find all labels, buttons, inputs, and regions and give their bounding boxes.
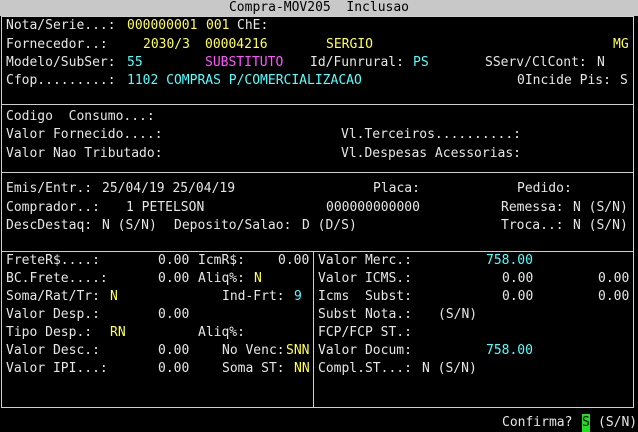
compl-st-field[interactable]: N (S/N) <box>422 360 477 378</box>
valor-desp-label: Valor Desp.: <box>6 307 100 322</box>
window-title: Compra-MOV205 Inclusao <box>0 0 638 16</box>
soma-rat-field[interactable]: N <box>110 288 118 306</box>
descdestaq-field[interactable]: N (S/N) <box>102 217 157 235</box>
valor-desc-field[interactable]: 0.00 <box>158 342 189 360</box>
section-divider <box>1 104 634 105</box>
valor-merc-value: 758.00 <box>486 253 533 268</box>
modelo-desc: SUBSTITUTO <box>205 55 284 70</box>
incide-pis-label: 0Incide Pis: <box>517 73 611 88</box>
modelo-label: Modelo/SubSer: <box>6 55 116 70</box>
comprador-code: 000000000000 <box>326 200 420 215</box>
serie-field[interactable]: 001 <box>206 17 229 35</box>
comprador-field[interactable]: 1 PETELSON <box>126 199 204 217</box>
fornecedor-code-field[interactable]: 2030/3 <box>143 36 190 54</box>
comprador-label: Comprador..: <box>6 200 100 215</box>
aliq-field[interactable]: N <box>254 270 262 288</box>
descdestaq-label: DescDestaq: <box>6 218 93 233</box>
remessa-field[interactable]: N (S/N) <box>573 199 628 217</box>
soma-st-field[interactable]: NN <box>294 360 310 378</box>
nota-label: Nota/Serie...: <box>6 18 116 33</box>
column-divider <box>313 251 314 408</box>
vl-despesas-label: Vl.Despesas Acessorias: <box>341 146 522 161</box>
fornecedor-label: Fornecedor..: <box>6 37 108 52</box>
deposito-label: Deposito/Salao: <box>174 218 292 233</box>
aliq-label: Aliq%: <box>198 271 245 286</box>
valor-icms-label: Valor ICMS.: <box>318 271 412 286</box>
codigo-consumo-label: Codigo Consumo...: <box>6 109 155 124</box>
nota-number-field[interactable]: 000000001 <box>127 17 197 35</box>
soma-rat-label: Soma/Rat/Tr: <box>6 289 100 304</box>
valor-icms-value: 0.00 <box>502 271 534 286</box>
fcp-label: FCP/FCP ST.: <box>318 325 412 340</box>
valor-desc-label: Valor Desc.: <box>6 343 100 358</box>
emis-entr-field[interactable]: 25/04/19 25/04/19 <box>102 180 235 198</box>
soma-st-label: Soma ST: <box>222 361 285 376</box>
icmr-label: IcmR$: <box>198 253 245 268</box>
no-venc-label: No Venc: <box>222 343 285 358</box>
icmr-field[interactable]: 0.00 <box>278 252 309 270</box>
confirma-label: Confirma? <box>502 415 573 430</box>
valor-ipi-label: Valor IPI...: <box>6 361 108 376</box>
confirma-options: (S/N) <box>598 415 638 430</box>
pedido-label: Pedido: <box>517 181 572 196</box>
cfop-label: Cfop.........: <box>6 73 116 88</box>
placa-label: Placa: <box>373 181 420 196</box>
valor-ipi-field[interactable]: 0.00 <box>158 360 189 378</box>
subst-nota-field[interactable]: (S/N) <box>438 306 477 324</box>
tipo-desp-field[interactable]: RN <box>110 324 126 342</box>
emis-entr-label: Emis/Entr.: <box>6 181 93 196</box>
bc-frete-label: BC.Frete....: <box>6 271 108 286</box>
valor-nao-tributado-label: Valor Nao Tributado: <box>6 146 163 161</box>
valor-fornecido-label: Valor Fornecido....: <box>6 127 163 142</box>
valor-icms-value-2: 0.00 <box>598 271 630 286</box>
fornecedor-cnpj: 00004216 <box>205 37 268 52</box>
fornecedor-uf: MG <box>613 37 629 52</box>
valor-docum-value: 758.00 <box>486 343 533 358</box>
aliq2-label: Aliq%: <box>198 325 245 340</box>
valor-merc-label: Valor Merc.: <box>318 253 412 268</box>
ind-frt-label: Ind-Frt: <box>222 289 285 304</box>
ind-frt-field[interactable]: 9 <box>294 288 302 306</box>
fornecedor-name: SERGIO <box>326 37 373 52</box>
icms-subst-value-2: 0.00 <box>598 289 630 304</box>
funrural-label: Id/Funrural: <box>310 55 404 70</box>
funrural-field[interactable]: PS <box>413 54 429 72</box>
valor-docum-label: Valor Docum: <box>318 343 412 358</box>
vl-terceiros-label: Vl.Terceiros..........: <box>341 127 522 142</box>
section-divider <box>1 172 634 173</box>
tipo-desp-label: Tipo Desp.: <box>6 325 93 340</box>
remessa-label: Remessa: <box>501 200 564 215</box>
bc-frete-field[interactable]: 0.00 <box>158 270 189 288</box>
deposito-field[interactable]: D (D/S) <box>302 217 357 235</box>
confirma-field[interactable]: S <box>582 414 590 432</box>
sserv-field[interactable]: N <box>597 54 605 72</box>
icms-subst-label: Icms Subst: <box>318 289 412 304</box>
cfop-field[interactable]: 1102 COMPRAS P/COMERCIALIZACAO <box>127 72 362 90</box>
incide-pis-field[interactable]: S <box>620 72 628 90</box>
sserv-label: SServ/ClCont: <box>485 55 587 70</box>
modelo-field[interactable]: 55 <box>127 54 143 72</box>
troca-label: Troca..: <box>501 218 564 233</box>
no-venc-field[interactable]: SNN <box>286 342 309 360</box>
che-label: ChE: <box>237 18 269 33</box>
icms-subst-value: 0.00 <box>502 289 534 304</box>
subst-nota-label: Subst Nota.: <box>318 307 412 322</box>
status-bar: Confirma? S (S/N) <box>0 412 638 432</box>
troca-field[interactable]: N (S/N) <box>573 217 628 235</box>
frete-label: FreteR$....: <box>6 253 100 268</box>
valor-desp-field[interactable]: 0.00 <box>158 306 189 324</box>
compl-st-label: Compl.ST...: <box>318 361 412 376</box>
frete-field[interactable]: 0.00 <box>158 252 189 270</box>
